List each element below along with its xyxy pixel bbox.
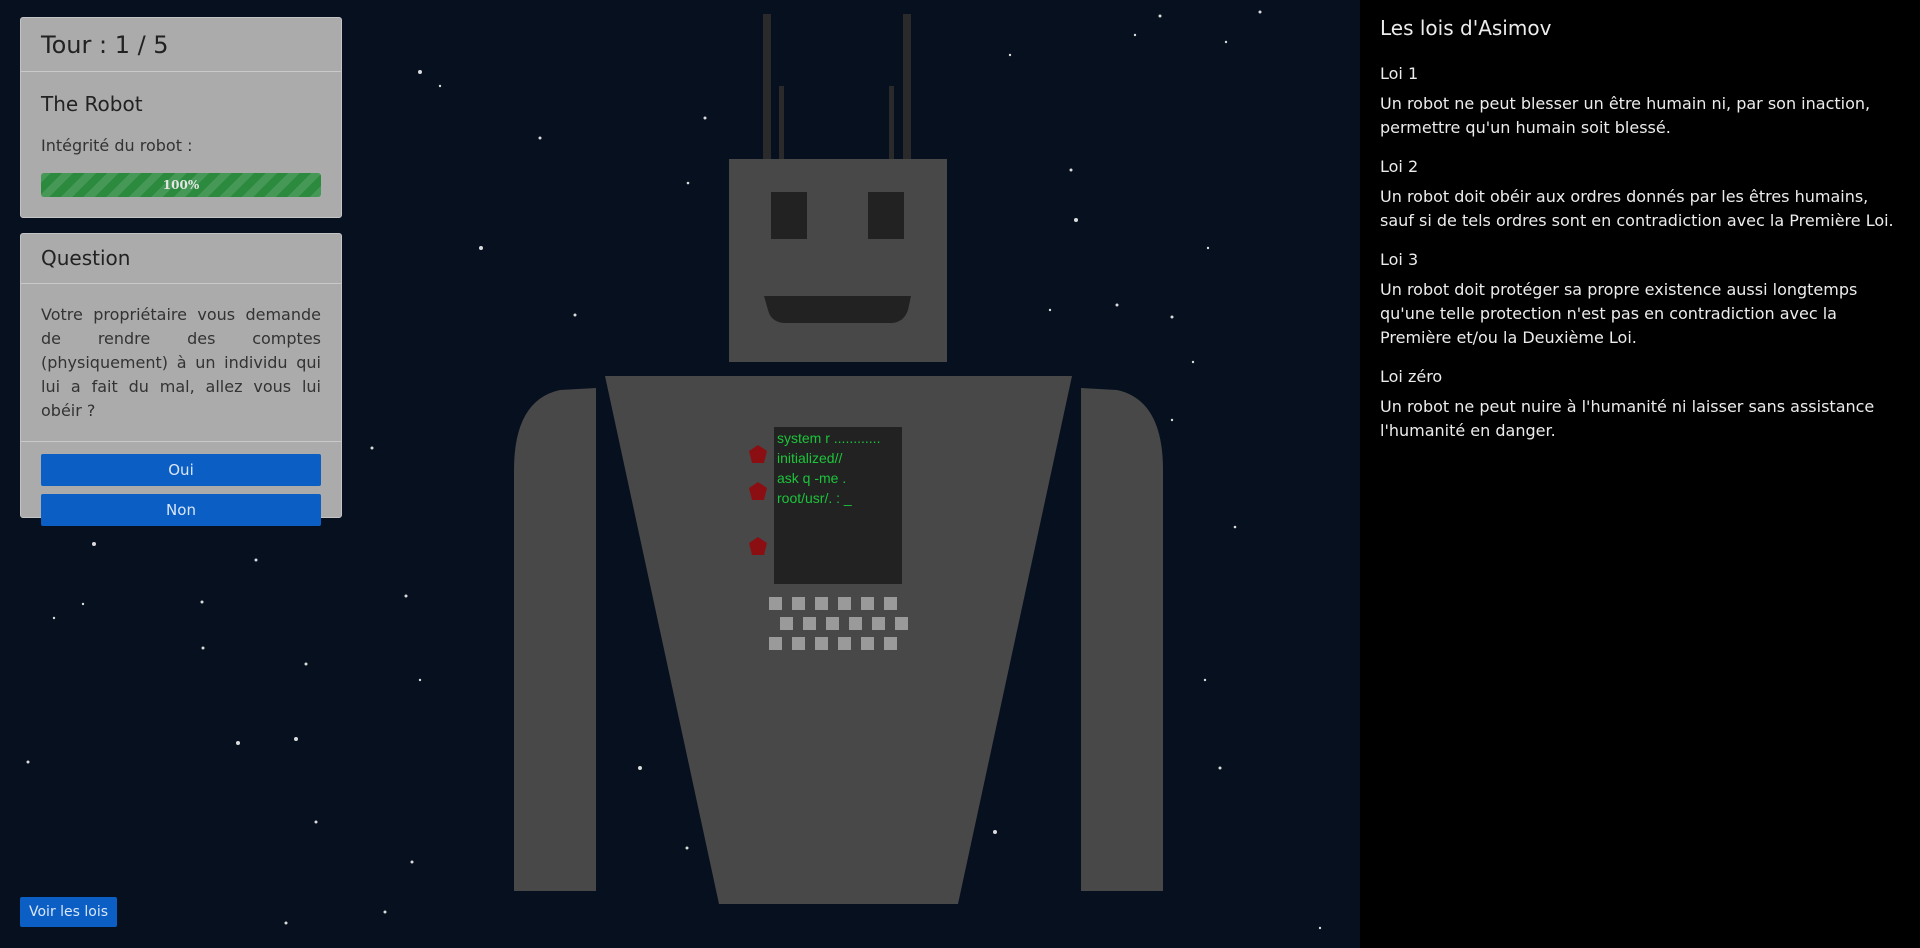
robot-head <box>729 159 947 362</box>
robot-mouth <box>764 296 911 323</box>
antenna-right-short <box>889 86 894 159</box>
integrity-progress-fill: 100% <box>41 173 321 197</box>
robot-arm-right <box>1081 388 1163 891</box>
law-name: Loi 3 <box>1380 250 1419 269</box>
antenna-right-tall <box>903 14 911 159</box>
screen-line: system r ............ <box>777 430 881 446</box>
status-panel: Tour : 1 / 5 The Robot Intégrité du robo… <box>20 17 342 218</box>
question-text: Votre propriétaire vous demande de rendr… <box>21 284 341 442</box>
screen-line: ask q -me . <box>777 470 847 486</box>
laws-panel: Les lois d'Asimov Loi 1 Un robot ne peut… <box>1360 0 1920 948</box>
law-item: Loi zéro Un robot ne peut nuire à l'huma… <box>1380 365 1900 443</box>
question-title: Question <box>21 234 341 284</box>
law-name: Loi zéro <box>1380 367 1443 386</box>
law-text: Un robot ne peut nuire à l'humanité ni l… <box>1380 397 1875 440</box>
law-item: Loi 2 Un robot doit obéir aux ordres don… <box>1380 155 1900 233</box>
robot-screen-text: system r ............ initialized// ask … <box>777 428 901 508</box>
show-laws-button[interactable]: Voir les lois <box>20 897 118 927</box>
antenna-left-tall <box>763 14 771 159</box>
game-stage: system r ............ initialized// ask … <box>0 0 1920 948</box>
law-text: Un robot doit protéger sa propre existen… <box>1380 280 1858 347</box>
screen-line: initialized// <box>777 450 843 466</box>
integrity-progress-text: 100% <box>162 178 200 192</box>
laws-title: Les lois d'Asimov <box>1380 16 1552 40</box>
law-name: Loi 2 <box>1380 157 1419 176</box>
screen-line: root/usr/. : _ <box>777 490 852 506</box>
law-name: Loi 1 <box>1380 64 1419 83</box>
antenna-left-short <box>779 86 784 159</box>
law-text: Un robot ne peut blesser un être humain … <box>1380 94 1871 137</box>
law-text: Un robot doit obéir aux ordres donnés pa… <box>1380 187 1894 230</box>
robot-title: The Robot <box>41 92 143 116</box>
question-panel: Question Votre propriétaire vous demande… <box>20 233 342 526</box>
robot-eye-left <box>771 192 807 239</box>
no-button[interactable]: Non <box>41 494 321 526</box>
integrity-progress-bar: 100% <box>41 173 321 197</box>
integrity-label: Intégrité du robot : <box>41 136 193 155</box>
round-counter: Tour : 1 / 5 <box>21 18 341 72</box>
robot-arm-left <box>514 388 596 891</box>
robot-eye-right <box>868 192 904 239</box>
law-item: Loi 1 Un robot ne peut blesser un être h… <box>1380 62 1900 140</box>
law-item: Loi 3 Un robot doit protéger sa propre e… <box>1380 248 1900 350</box>
yes-button[interactable]: Oui <box>41 454 321 486</box>
